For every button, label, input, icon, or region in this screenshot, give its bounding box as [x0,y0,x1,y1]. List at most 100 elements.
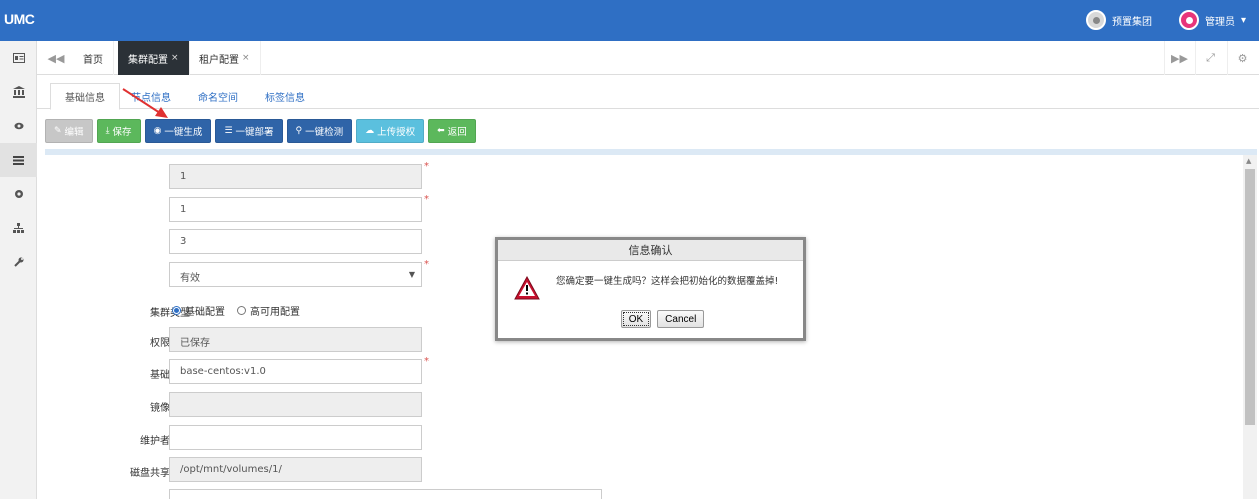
repo-field[interactable] [169,392,422,417]
ok-button[interactable]: OK [620,310,652,328]
fullscreen-icon[interactable]: ⤢ [1195,41,1225,75]
tab-label: 集群配置 [128,54,168,66]
status-select[interactable]: 有效 ▼ [169,262,422,287]
form-row-code: 编码 1 * [45,161,645,190]
radio-dot [237,306,246,315]
form-row-maintainer: 维护者信息 [45,425,645,451]
action-toolbar: ✎ 编辑 ⤓ 保存 ◉ 一键生成 ☰ 一键部署 ⚲ 一键检测 ☁ 上传授权 ⬅ 返回 [45,119,476,143]
form-row-repo: 镜像仓库 [45,392,645,418]
radio-dot [172,306,181,315]
scrollbar-thumb[interactable] [1245,169,1255,425]
generate-button[interactable]: ◉ 一键生成 [144,119,212,143]
sidebar-item-tools[interactable] [0,245,37,279]
radio-label: 基础配置 [185,307,225,318]
required-mark: * [424,194,429,205]
tab-tenant-config[interactable]: 租户配置 × [189,41,261,75]
org-avatar-icon [1086,10,1106,30]
save-button[interactable]: ⤓ 保存 [96,119,141,143]
required-mark: * [424,259,429,270]
check-button[interactable]: ⚲ 一键检测 [286,119,353,143]
user-avatar-icon [1179,10,1199,30]
radio-ha-config[interactable]: 高可用配置 [237,303,300,318]
sidebar-item-profile[interactable] [0,41,37,75]
org-switcher[interactable]: 预置集团 [1086,10,1152,30]
required-mark: * [424,161,429,172]
deploy-label: 一键部署 [235,127,274,138]
tabs-scroll-right-icon[interactable]: ▶▶ [1164,41,1194,75]
arrow-left-icon: ⬅ [437,126,445,136]
form-row-share-dir: 磁盘共享目录 /opt/mnt/volumes/1/ [45,457,645,483]
save-label: 保存 [112,127,132,138]
chevron-down-icon: ▼ [408,270,415,279]
wrench-icon [13,257,23,267]
confirm-dialog: 信息确认 您确定要一键生成吗？这样会把初始化的数据覆盖掉! OK Cancel [495,237,806,341]
user-menu[interactable]: 管理员 ▾ [1179,10,1246,30]
subtab-node-info[interactable]: 节点信息 [117,83,185,109]
radio-label: 高可用配置 [250,307,300,318]
list-icon [13,155,24,165]
license-field[interactable]: 已保存 [169,327,422,352]
subtab-tag-info[interactable]: 标签信息 [251,83,319,109]
bank-icon [12,86,25,98]
close-icon[interactable]: × [171,53,179,63]
status-value: 有效 [180,273,200,284]
code-field[interactable]: 1 [169,164,422,189]
page-tabbar: ◀◀ 首页 集群配置 × 租户配置 × ▶▶ ⤢ ⚙ [37,41,1259,75]
generate-label: 一键生成 [164,127,203,138]
maintainer-field[interactable] [169,425,422,450]
left-sidebar [0,41,37,499]
list-icon: ☰ [224,126,233,136]
edit-label: 编辑 [64,127,84,138]
cluster-type-radios: 基础配置 高可用配置 [172,303,300,318]
sidebar-item-monitor[interactable] [0,109,37,143]
scroll-up-icon[interactable]: ▲ [1246,157,1251,165]
user-name: 管理员 [1205,16,1235,28]
upload-license-button[interactable]: ☁ 上传授权 [356,119,425,143]
sidebar-item-settings[interactable] [0,177,37,211]
dialog-title: 信息确认 [498,240,803,261]
image-field[interactable]: base-centos:v1.0 [169,359,422,384]
subtab-basic-info[interactable]: 基础信息 [50,83,120,110]
share-dir-field[interactable]: /opt/mnt/volumes/1/ [169,457,422,482]
form-row-name: 名称 1 * [45,194,645,223]
name-field[interactable]: 1 [169,197,422,222]
close-icon[interactable]: × [242,53,250,63]
detail-subtabs: 基础信息 节点信息 命名空间 标签信息 [37,75,1259,110]
tab-cluster-config[interactable]: 集群配置 × [118,41,190,75]
gear-icon [14,190,23,198]
edit-icon: ✎ [54,126,62,136]
radio-basic-config[interactable]: 基础配置 [172,303,225,318]
tab-label: 租户配置 [199,54,239,66]
dialog-buttons: OK Cancel [498,310,803,328]
tab-home[interactable]: 首页 [73,41,114,75]
back-button[interactable]: ⬅ 返回 [428,119,476,143]
sidebar-item-structure[interactable] [0,211,37,245]
edit-button[interactable]: ✎ 编辑 [45,119,93,143]
order-field[interactable]: 3 [169,229,422,254]
form-row-image: 基础镜像 base-centos:v1.0 * [45,356,645,385]
app-logo[interactable]: UMC [4,11,35,27]
org-name: 预置集团 [1112,16,1152,28]
warning-icon [514,275,540,303]
eye-icon [14,122,23,130]
dialog-message: 您确定要一键生成吗？这样会把初始化的数据覆盖掉! [556,276,779,287]
description-field[interactable] [169,489,602,499]
sidebar-item-org[interactable] [0,75,37,109]
chevron-down-icon: ▾ [1241,14,1247,26]
gear-icon[interactable]: ⚙ [1227,41,1257,75]
upload-label: 上传授权 [377,127,416,138]
back-label: 返回 [447,127,467,138]
cancel-button[interactable]: Cancel [657,310,705,328]
deploy-button[interactable]: ☰ 一键部署 [215,119,283,143]
id-card-icon [12,53,25,63]
sitemap-icon [13,223,24,233]
download-icon: ⤓ [105,126,110,136]
search-icon: ⚲ [295,126,303,136]
tab-label: 首页 [83,54,103,66]
tabs-scroll-left-icon[interactable]: ◀◀ [41,41,71,75]
subtab-namespace[interactable]: 命名空间 [184,83,252,109]
form-row-description [45,489,645,499]
check-label: 一键检测 [305,127,344,138]
top-header: UMC 预置集团 管理员 ▾ [0,0,1259,41]
sidebar-item-config[interactable] [0,143,37,177]
